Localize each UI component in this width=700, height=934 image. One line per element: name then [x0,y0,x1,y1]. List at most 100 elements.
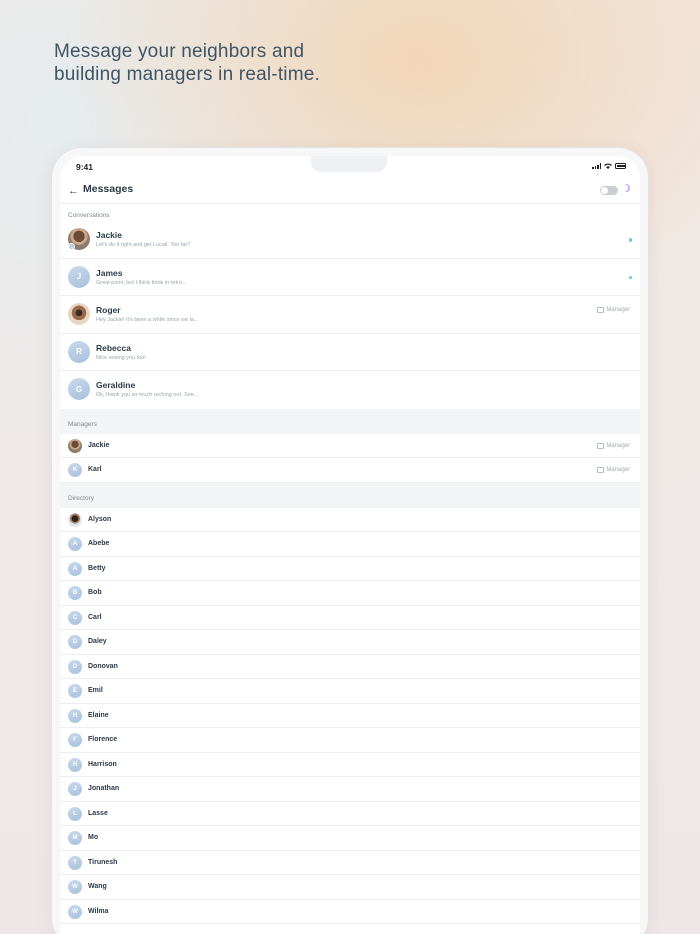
avatar: R [68,340,90,363]
directory-name: Carl [88,613,102,621]
status-time: 9:41 [76,162,94,172]
manager-tag: Manager [597,442,630,449]
directory-name: Lasse [88,809,108,817]
directory-row[interactable]: A Abebe [60,532,640,557]
conversation-row[interactable]: G Geraldine Ok, thank you so much reching … [60,371,640,409]
conversation-row[interactable]: J James Great point, but I think think in … [60,258,640,296]
directory-name: Mo [88,834,99,841]
avatar: M [68,831,82,845]
back-arrow-icon[interactable]: ← [68,185,79,197]
manager-tag-label: Manager [606,467,630,473]
section-header-managers: Managers [60,408,640,434]
directory-name: Wang [88,883,107,890]
directory-name: Abebe [88,540,110,547]
unread-dot [628,275,632,279]
conversation-list: J Jackie Let's do it right and get Lucali.… [60,221,640,409]
headline: Message your neighbors and building mana… [54,41,320,85]
directory-row[interactable]: A Betty [60,556,640,581]
conversation-preview: Hey Jackie! It's been a while since we l… [96,317,199,323]
manager-tag-label: Manager [606,307,630,313]
conversation-row[interactable]: J Jackie Let's do it right and get Lucali.… [60,221,640,259]
directory-row[interactable]: F Florence [60,728,640,753]
manager-tag-label: Manager [606,442,630,449]
manager-name: Jackie [88,441,110,449]
battery-icon [615,163,626,169]
directory-name: Florence [88,736,118,743]
conversation-preview: Ok, thank you so much reching out. See..… [96,392,199,398]
conversation-preview: Nice seeing you too! [96,354,146,361]
avatar: E [68,684,82,698]
directory-row[interactable]: H Harrison [60,752,640,777]
directory-list: Alyson A Abebe A Betty B Bob C Carl D Daley D Donova… [60,507,640,924]
manager-tag: Manager [597,307,630,313]
messages-content: Conversations J Jackie Let's do it right a… [60,205,640,934]
avatar: B [68,586,82,600]
directory-name: Harrison [88,760,117,768]
directory-row[interactable]: L Lasse [60,801,640,826]
avatar: F [68,733,82,747]
directory-row[interactable]: M Mo [60,826,640,851]
directory-row[interactable]: T Tirunesh [60,850,640,875]
avatar [68,512,82,527]
avatar: D [68,659,82,674]
avatar-initial-badge: J [68,243,75,250]
avatar: K [68,463,82,477]
directory-row[interactable]: Alyson [60,507,640,532]
conversation-name: Rebecca [96,342,131,353]
directory-name: Elaine [88,711,109,719]
avatar: L [68,806,82,821]
cellular-signal-icon [592,163,601,169]
avatar: J [68,265,90,288]
building-icon [597,467,605,473]
directory-name: Daley [88,638,107,645]
directory-row[interactable]: E Emil [60,679,640,704]
app-bar: ← Messages ☽ [60,178,640,204]
avatar: D [68,635,82,649]
directory-name: Donovan [88,662,118,670]
avatar [68,438,82,453]
directory-row[interactable]: D Daley [60,630,640,655]
directory-row[interactable]: B Bob [60,581,640,606]
conversation-row[interactable]: R Rebecca Nice seeing you too! [60,333,640,371]
section-header-directory: Directory [60,482,640,508]
manager-row[interactable]: K Karl Manager [60,458,640,483]
avatar: H [68,708,82,723]
directory-name: Bob [88,589,102,596]
avatar: J [68,782,82,796]
directory-name: Tirunesh [88,858,118,866]
avatar: W [68,880,82,894]
directory-row[interactable]: W Wang [60,875,640,900]
dark-mode-toggle[interactable] [600,186,618,195]
page-title: Messages [83,183,134,195]
directory-name: Alyson [88,515,112,523]
app-screen: 9:41 ← Messages ☽ Conversations J Jackie L… [60,156,640,934]
manager-row[interactable]: Jackie Manager [60,433,640,458]
avatar: A [68,561,82,576]
directory-row[interactable]: H Elaine [60,703,640,728]
camera-notch [311,156,387,172]
avatar: H [68,757,82,772]
conversation-row[interactable]: Roger Hey Jackie! It's been a while since… [60,296,640,334]
avatar [68,303,90,325]
directory-row[interactable]: J Jonathan [60,777,640,802]
avatar: A [68,537,82,551]
directory-name: Betty [88,564,106,572]
building-icon [597,442,605,449]
conversation-name: James [96,267,123,278]
avatar: W [68,904,82,919]
directory-row[interactable]: W Wilma [60,899,640,924]
avatar: J [68,228,90,250]
directory-row[interactable]: D Donovan [60,654,640,679]
conversation-name: Jackie [96,230,122,240]
directory-row[interactable]: C Carl [60,605,640,630]
avatar: T [68,855,82,870]
avatar: G [68,378,90,400]
unread-dot [628,238,632,242]
directory-name: Wilma [88,907,109,915]
conversation-name: Geraldine [96,380,136,390]
status-icons [592,163,626,169]
manager-tag: Manager [597,467,630,473]
directory-name: Jonathan [88,785,120,792]
building-icon [597,307,605,313]
conversation-preview: Great point, but I think think in retro.… [96,279,187,286]
